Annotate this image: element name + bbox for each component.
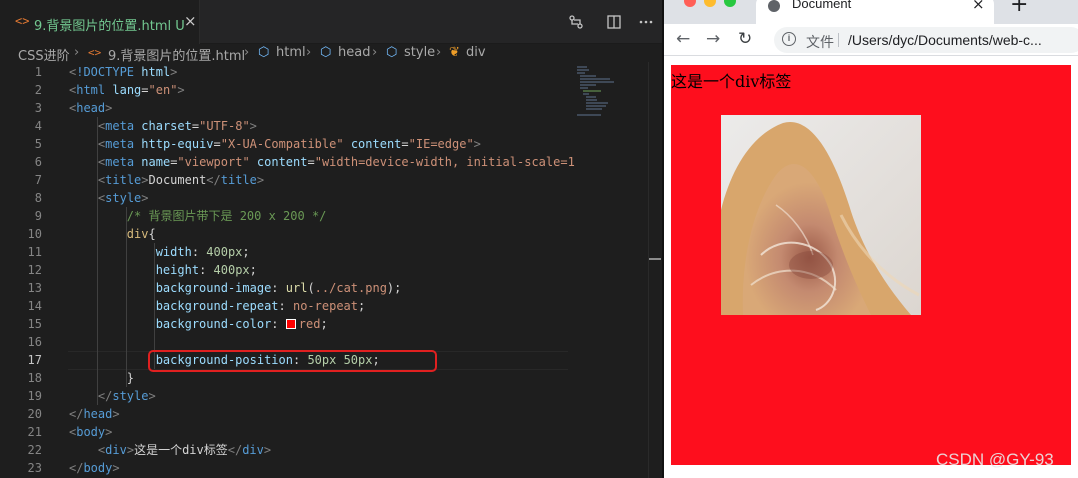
code-line: 9 /* 背景图片带下是 200 x 200 */ xyxy=(34,209,327,223)
code-line: 10 div{ xyxy=(27,227,156,241)
code-line: 14 background-repeat: no-repeat; xyxy=(27,299,366,313)
browser-window: Document × + ← → ↻ i 文件 /Users/dyc/Docum… xyxy=(664,0,1078,478)
code-line: 15 background-color: red; xyxy=(27,317,328,331)
address-url[interactable]: /Users/dyc/Documents/web-c... xyxy=(848,32,1042,48)
close-window-button[interactable] xyxy=(684,0,696,7)
split-editor-icon[interactable] xyxy=(606,14,622,30)
breadcrumb-style[interactable]: style xyxy=(404,45,435,60)
demo-div-box: 这是一个div标签 xyxy=(671,65,1071,465)
code-line: 3 <head> xyxy=(34,101,113,115)
globe-icon xyxy=(768,0,780,12)
code-line: 21 <body> xyxy=(27,425,113,439)
chevron-right-icon: › xyxy=(244,45,250,60)
chevron-right-icon: › xyxy=(74,45,80,60)
code-line: 19 </style> xyxy=(27,389,156,403)
html-file-icon: <> xyxy=(15,14,30,28)
browser-toolbar: ← → ↻ i 文件 /Users/dyc/Documents/web-c... xyxy=(664,24,1078,56)
code-line: 12 height: 400px; xyxy=(27,263,257,277)
breadcrumb: CSS进阶 › <> 9.背景图片的位置.html › ⬡ html › ⬡ h… xyxy=(0,44,662,64)
minimap[interactable] xyxy=(575,66,615,116)
chevron-right-icon: › xyxy=(306,45,312,60)
page-viewport: 这是一个div标签 xyxy=(664,57,1078,478)
more-actions-icon[interactable] xyxy=(638,14,654,30)
browser-tab-title: Document xyxy=(792,0,852,11)
code-line: 13 background-image: url(../cat.png); xyxy=(27,281,402,295)
browser-tab-close-icon[interactable]: × xyxy=(972,0,985,13)
chevron-right-icon: › xyxy=(436,45,442,60)
code-line: 22 <div>这是一个div标签</div> xyxy=(27,443,272,457)
code-line: 1 <!DOCTYPE html> xyxy=(34,65,178,79)
editor-tab-active[interactable]: <> 9.背景图片的位置.html U × xyxy=(0,0,200,44)
back-arrow-icon[interactable]: ← xyxy=(676,29,690,49)
scrollbar-cursor-marker xyxy=(649,258,661,260)
info-icon[interactable]: i xyxy=(782,32,796,46)
code-line: 16 xyxy=(27,335,42,349)
code-editor: <> 9.背景图片的位置.html U × CSS进阶 › <> 9.背景图片的… xyxy=(0,0,662,478)
code-line: 2 <html lang="en"> xyxy=(34,83,185,97)
vertical-scrollbar[interactable] xyxy=(648,62,662,478)
breadcrumb-folder[interactable]: CSS进阶 xyxy=(18,45,70,64)
compare-changes-icon[interactable] xyxy=(568,14,584,30)
code-line: 4 <meta charset="UTF-8"> xyxy=(34,119,257,133)
code-line: 20 </head> xyxy=(27,407,120,421)
code-line: 6 <meta name="viewport" content="width=d… xyxy=(34,155,575,169)
maximize-window-button[interactable] xyxy=(724,0,736,7)
code-line: 8 <style> xyxy=(34,191,149,205)
code-line: 7 <title>Document</title> xyxy=(34,173,265,187)
tab-title: 9.背景图片的位置.html U xyxy=(34,19,185,34)
reload-icon[interactable]: ↻ xyxy=(738,29,752,49)
minimize-window-button[interactable] xyxy=(704,0,716,7)
breadcrumb-div[interactable]: div xyxy=(466,45,486,60)
symbol-element-icon: ⬡ xyxy=(320,45,332,60)
browser-tab-strip: Document × + xyxy=(664,0,1078,24)
browser-tab-active[interactable]: Document × xyxy=(756,0,994,24)
code-line: 23 </body> xyxy=(27,461,120,475)
cat-ear-image xyxy=(721,115,921,315)
symbol-class-icon: ❦ xyxy=(449,45,460,60)
html-file-icon: <> xyxy=(88,46,102,59)
watermark-text: CSDN @GY-93 xyxy=(936,450,1054,469)
breadcrumb-head[interactable]: head xyxy=(338,45,370,60)
address-separator xyxy=(838,33,839,47)
forward-arrow-icon[interactable]: → xyxy=(706,29,720,49)
color-swatch[interactable] xyxy=(285,319,296,329)
breadcrumb-file[interactable]: 9.背景图片的位置.html xyxy=(108,45,245,64)
new-tab-button[interactable]: + xyxy=(1010,0,1028,17)
code-area[interactable]: 1 <!DOCTYPE html> 2 <html lang="en"> 3 <hea… xyxy=(0,63,662,478)
symbol-element-icon: ⬡ xyxy=(386,45,398,60)
editor-tab-bar: <> 9.背景图片的位置.html U × xyxy=(0,0,662,44)
demo-div-text: 这是一个div标签 xyxy=(671,72,792,91)
address-scheme-label: 文件 xyxy=(806,34,834,50)
breadcrumb-html[interactable]: html xyxy=(276,45,306,60)
symbol-element-icon: ⬡ xyxy=(258,45,270,60)
tab-close-icon[interactable]: × xyxy=(184,12,197,30)
code-line: 11 width: 400px; xyxy=(27,245,250,259)
address-bar[interactable]: i 文件 /Users/dyc/Documents/web-c... xyxy=(774,27,1078,53)
chevron-right-icon: › xyxy=(372,45,378,60)
code-line: 5 <meta http-equiv="X-UA-Compatible" con… xyxy=(34,137,481,151)
annotation-highlight-box xyxy=(148,350,437,372)
